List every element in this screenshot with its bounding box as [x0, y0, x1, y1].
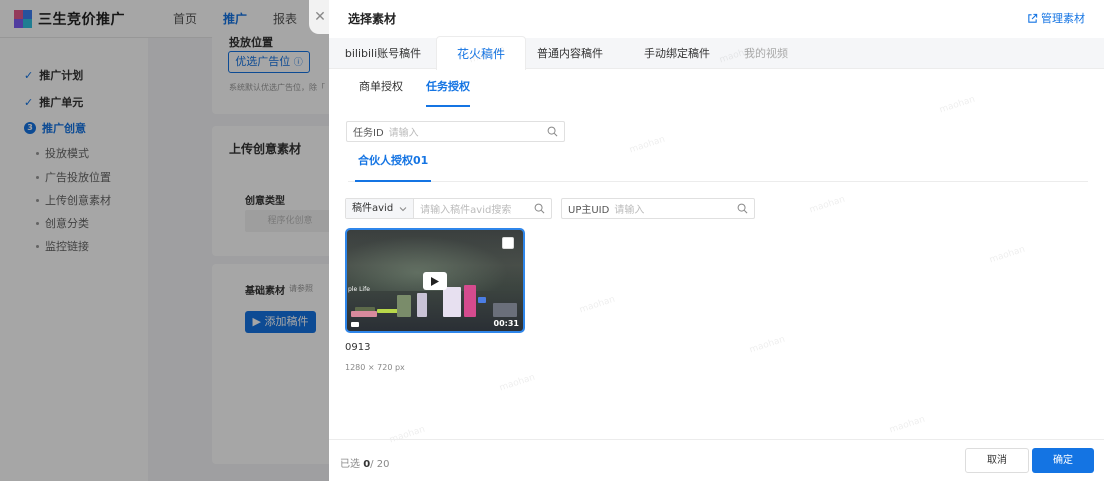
material-name: 0913: [345, 342, 371, 353]
search-icon[interactable]: [534, 203, 545, 214]
watermark: maohan: [748, 334, 787, 356]
material-thumbnail[interactable]: ple Life 00:31: [345, 228, 525, 333]
avid-filter: 稿件avid 请输入稿件avid搜索: [345, 198, 552, 219]
selected-total: / 20: [370, 459, 390, 470]
external-link-icon: [1028, 13, 1038, 23]
tab-bilibili-account[interactable]: bilibili账号稿件: [337, 38, 429, 69]
tab-huahuo[interactable]: 花火稿件: [436, 36, 526, 70]
selected-prefix: 已选: [340, 459, 364, 470]
watermark: maohan: [988, 244, 1027, 266]
task-id-search: 任务ID 请输入: [346, 121, 565, 142]
material-source-tabs: bilibili账号稿件 花火稿件 普通内容稿件 手动绑定稿件 我的视频: [329, 36, 1104, 70]
watermark: maohan: [578, 294, 617, 316]
avid-input[interactable]: 请输入稿件avid搜索: [414, 201, 534, 216]
watermark: maohan: [888, 414, 927, 436]
partner-tabs: 合伙人授权01: [348, 148, 1088, 182]
material-checkbox[interactable]: [502, 237, 514, 249]
tab-my-video: 我的视频: [744, 47, 788, 60]
drawer-footer: 已选 0/ 20 取消 确定: [329, 439, 1104, 481]
manage-material-link[interactable]: 管理素材: [1027, 10, 1085, 26]
avid-type-select[interactable]: 稿件avid: [346, 199, 415, 218]
play-icon[interactable]: [423, 272, 447, 290]
up-uid-filter: UP主UID 请输入: [561, 198, 755, 219]
select-material-drawer: 选择素材 管理素材 bilibili账号稿件 花火稿件 普通内容稿件 手动绑定稿…: [329, 0, 1104, 481]
chevron-down-icon: [399, 206, 407, 211]
search-icon[interactable]: [737, 203, 748, 214]
drawer-title: 选择素材: [348, 12, 397, 26]
cancel-button[interactable]: 取消: [965, 448, 1029, 473]
subtab-business-auth[interactable]: 商单授权: [359, 69, 403, 107]
tab-manual-bind[interactable]: 手动绑定稿件: [637, 38, 717, 69]
up-uid-label: UP主UID: [568, 205, 610, 216]
thumbnail-caption: ple Life: [348, 286, 370, 293]
video-duration: 00:31: [493, 319, 519, 328]
selected-count: 已选 0/ 20: [340, 455, 389, 470]
tab-normal-content[interactable]: 普通内容稿件: [533, 38, 607, 69]
manage-link-label: 管理素材: [1041, 12, 1085, 25]
task-id-label: 任务ID: [353, 128, 384, 139]
tab-partner-auth-01[interactable]: 合伙人授权01: [354, 148, 432, 182]
search-icon[interactable]: [547, 126, 558, 137]
close-drawer-button[interactable]: ✕: [309, 0, 331, 34]
watermark: maohan: [808, 194, 847, 216]
watermark: maohan: [498, 372, 537, 394]
task-id-input[interactable]: 请输入: [384, 124, 547, 139]
video-icon: [351, 322, 359, 327]
watermark: maohan: [938, 94, 977, 116]
avid-select-value: 稿件avid: [352, 203, 394, 214]
up-uid-input[interactable]: 请输入: [609, 201, 737, 216]
confirm-button[interactable]: 确定: [1032, 448, 1094, 473]
close-icon: ✕: [314, 9, 326, 25]
subtab-task-auth[interactable]: 任务授权: [426, 69, 470, 107]
play-triangle: [431, 276, 439, 286]
material-resolution: 1280 × 720 px: [345, 363, 405, 372]
